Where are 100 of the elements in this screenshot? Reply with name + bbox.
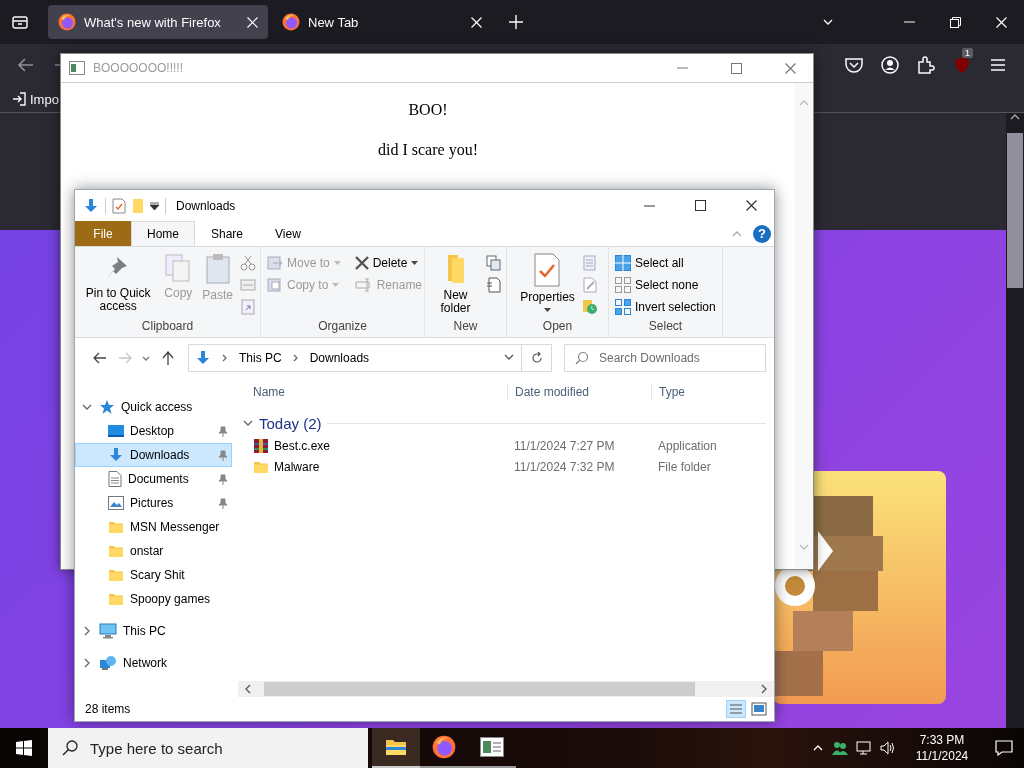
ribbon-button[interactable]: New folder — [429, 251, 482, 317]
close-tab-icon[interactable] — [471, 16, 482, 28]
nav-item[interactable]: This PC — [75, 619, 232, 643]
people-icon[interactable] — [832, 740, 848, 756]
close-window-icon[interactable] — [995, 16, 1007, 28]
notifications-icon[interactable] — [995, 740, 1013, 756]
group-label: New — [452, 318, 479, 335]
move-to-icon — [267, 255, 283, 271]
group-label: Open — [541, 318, 574, 335]
column-header[interactable]: Name — [238, 385, 507, 399]
ribbon-button[interactable]: Select none — [613, 275, 718, 295]
ribbon-button[interactable]: Select all — [613, 253, 718, 273]
ribbon-button[interactable]: Pin to Quick access — [79, 251, 158, 317]
help-button[interactable]: ? — [753, 224, 771, 243]
clock-date[interactable]: 11/1/2024 — [915, 748, 969, 764]
up-icon[interactable] — [161, 351, 174, 365]
new-item-icon[interactable] — [486, 255, 502, 271]
folder-icon — [108, 543, 124, 559]
new-tab-icon[interactable] — [509, 15, 523, 29]
pin-icon[interactable] — [218, 497, 228, 509]
menu-icon[interactable] — [990, 58, 1006, 72]
nav-item[interactable]: Network — [75, 651, 232, 675]
minimize-icon[interactable] — [644, 204, 655, 207]
restore-icon[interactable] — [949, 16, 961, 28]
window-title: BOOOOOOO!!!!! — [93, 61, 184, 75]
quick-access-icon — [99, 399, 115, 415]
nav-item[interactable]: Downloads — [75, 443, 232, 467]
ribbon-tab[interactable]: Home — [131, 221, 195, 246]
pin-icon[interactable] — [218, 473, 228, 485]
table-cell-text: 11/1/2024 7:32 PM — [513, 459, 616, 474]
refresh-button[interactable] — [522, 344, 552, 372]
message-text: did I scare you! — [378, 141, 478, 159]
dropdown-caret-icon — [544, 308, 551, 312]
copy-to-icon — [267, 277, 283, 293]
extensions-icon[interactable] — [917, 56, 935, 74]
nav-item[interactable]: Desktop — [75, 419, 232, 443]
table-cell-text: File folder — [657, 459, 712, 474]
column-header[interactable]: Type — [651, 385, 774, 399]
notification-badge: 1 — [962, 48, 973, 58]
file-name[interactable]: Malware — [274, 459, 320, 474]
large-icons-view-icon[interactable] — [750, 700, 768, 718]
taskbar-app[interactable] — [372, 728, 420, 768]
group-label: Select — [647, 318, 684, 335]
close-tab-icon[interactable] — [247, 16, 258, 28]
file-name[interactable]: Best.c.exe — [274, 438, 331, 453]
ribbon-button[interactable]: Properties — [517, 251, 578, 317]
ribbon-tab[interactable]: Share — [195, 221, 260, 246]
maximize-icon[interactable] — [695, 200, 706, 211]
clock-time[interactable]: 7:33 PM — [919, 732, 965, 748]
nav-item[interactable]: Spoopy games — [75, 587, 232, 611]
rename-icon — [354, 278, 373, 292]
network-icon — [99, 655, 117, 671]
ribbon-button[interactable]: Delete — [352, 253, 425, 273]
volume-icon[interactable] — [880, 741, 896, 755]
address-bar[interactable]: This PC Downloads — [188, 344, 522, 372]
breadcrumb-item[interactable]: Downloads — [309, 351, 370, 365]
nav-item[interactable]: Quick access — [75, 395, 232, 419]
group-header[interactable]: Today (2) — [259, 414, 322, 432]
document-icon — [108, 471, 122, 487]
bookmark-link[interactable]: Impo — [30, 91, 59, 107]
ribbon-tab[interactable]: File — [75, 221, 131, 246]
group-label: Clipboard — [140, 318, 195, 335]
search-field[interactable]: Search Downloads — [564, 344, 766, 372]
nav-item[interactable]: onstar — [75, 539, 232, 563]
ribbon-button[interactable]: Invert selection — [613, 297, 718, 317]
start-icon[interactable] — [16, 740, 32, 756]
nav-item[interactable]: Scary Shit — [75, 563, 232, 587]
back-icon[interactable] — [18, 58, 34, 72]
pin-icon[interactable] — [218, 449, 228, 461]
breadcrumb-item[interactable]: This PC — [239, 351, 282, 365]
pin-icon[interactable] — [218, 425, 228, 437]
pocket-icon[interactable] — [845, 57, 863, 73]
nav-item[interactable]: MSN Messenger — [75, 515, 232, 539]
scrollbar-thumb[interactable] — [264, 682, 695, 696]
import-icon[interactable] — [12, 92, 26, 106]
history-icon[interactable] — [581, 299, 598, 315]
browser-tab[interactable]: What's new with Firefox — [48, 5, 268, 39]
refresh-icon — [530, 352, 543, 364]
account-icon[interactable] — [881, 56, 899, 74]
nav-item[interactable]: Pictures — [75, 491, 232, 515]
nav-item[interactable]: Documents — [75, 467, 232, 491]
tab-list-icon[interactable] — [12, 14, 28, 30]
customize-caret-icon[interactable] — [150, 201, 159, 210]
easy-access-icon[interactable] — [486, 277, 502, 293]
scroll-up-icon[interactable] — [1010, 113, 1020, 121]
properties-icon[interactable] — [112, 197, 126, 214]
scissors-icon[interactable] — [240, 255, 256, 271]
status-text: 28 items — [85, 702, 131, 716]
scrollbar-thumb[interactable] — [1007, 133, 1023, 288]
column-header[interactable]: Date modified — [507, 385, 651, 399]
pictures-icon — [108, 496, 124, 510]
close-icon[interactable] — [746, 200, 757, 211]
browser-tab[interactable]: New Tab — [272, 5, 492, 39]
taskbar-search-field[interactable]: Type here to search — [48, 728, 368, 768]
folder-icon — [108, 591, 124, 607]
copy-icon — [164, 253, 193, 283]
ribbon-tab[interactable]: View — [259, 221, 317, 246]
archive-icon — [253, 437, 269, 454]
back-icon[interactable] — [92, 352, 107, 364]
network-icon[interactable] — [856, 741, 872, 755]
